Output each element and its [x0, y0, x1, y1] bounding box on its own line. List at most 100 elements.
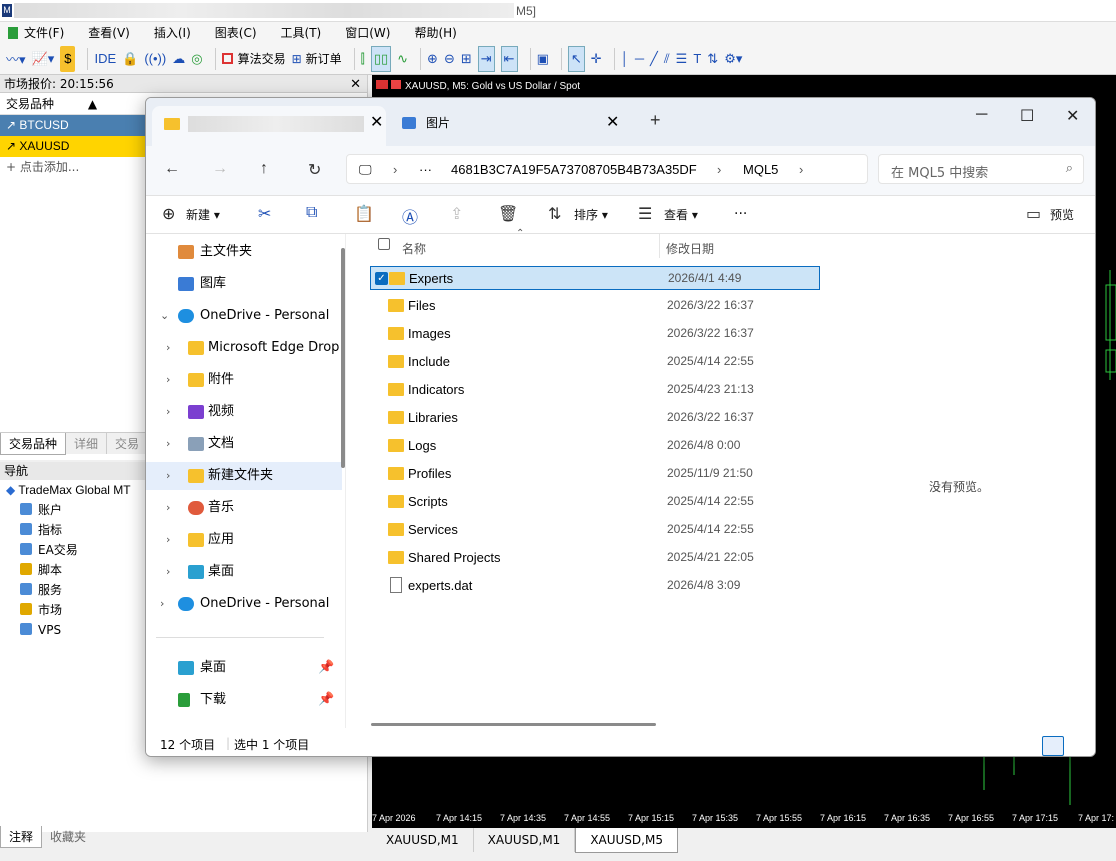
- details-view-icon[interactable]: [1042, 736, 1064, 756]
- arrows-icon[interactable]: ⇅: [707, 46, 718, 72]
- cut-icon[interactable]: ✂: [258, 204, 271, 224]
- globe-icon[interactable]: ◎: [191, 46, 202, 72]
- chevron-right-icon[interactable]: ›: [166, 334, 170, 362]
- horizontal-line-icon[interactable]: ─: [635, 46, 644, 72]
- explorer-tab-pictures[interactable]: 图片: [402, 114, 450, 131]
- new-order-button[interactable]: ⊞ 新订单: [292, 46, 342, 72]
- chart-shift-icon[interactable]: ⇤: [500, 45, 518, 72]
- chevron-down-icon[interactable]: ⌄: [160, 302, 169, 330]
- tab-favorites[interactable]: 收藏夹: [42, 826, 94, 847]
- nav-item-music[interactable]: › 音乐: [146, 494, 342, 522]
- horizontal-scrollbar[interactable]: [371, 723, 656, 726]
- path-segment[interactable]: MQL5: [743, 162, 778, 177]
- tiles-view-icon[interactable]: [1068, 736, 1090, 756]
- preview-button[interactable]: 预览: [1050, 206, 1074, 223]
- file-row[interactable]: Include 2025/4/14 22:55: [370, 350, 820, 374]
- path-overflow[interactable]: ···: [419, 162, 432, 177]
- dollar-icon[interactable]: $: [60, 45, 76, 72]
- file-row[interactable]: Shared Projects 2025/4/21 22:05: [370, 546, 820, 570]
- channel-icon[interactable]: ⫽: [664, 46, 670, 72]
- tab-comments[interactable]: 注释: [0, 826, 43, 848]
- menu-tools[interactable]: 工具(T): [281, 24, 322, 41]
- chevron-right-icon[interactable]: ›: [166, 430, 170, 458]
- chevron-right-icon[interactable]: ›: [166, 462, 170, 490]
- minimize-icon[interactable]: ─: [976, 106, 987, 124]
- text-icon[interactable]: T: [693, 46, 701, 72]
- file-row[interactable]: Files 2026/3/22 16:37: [370, 294, 820, 318]
- menu-file[interactable]: 文件(F): [24, 24, 64, 41]
- file-row[interactable]: Libraries 2026/3/22 16:37: [370, 406, 820, 430]
- nav-item-onedrive-2[interactable]: › OneDrive - Personal: [146, 590, 342, 618]
- vertical-line-icon[interactable]: │: [621, 46, 629, 72]
- file-row[interactable]: ✓ Experts 2026/4/1 4:49: [370, 266, 820, 290]
- zoom-in-icon[interactable]: ⊕: [427, 46, 438, 72]
- menu-insert[interactable]: 插入(I): [154, 24, 191, 41]
- address-bar[interactable]: 🖵 › ··· 4681B3C7A19F5A73708705B4B73A35DF…: [346, 154, 868, 184]
- screenshot-icon[interactable]: ▣: [537, 46, 549, 72]
- file-row[interactable]: Profiles 2025/11/9 21:50: [370, 462, 820, 486]
- column-name-header[interactable]: 名称: [402, 240, 426, 257]
- path-segment[interactable]: 4681B3C7A19F5A73708705B4B73A35DF: [451, 162, 697, 177]
- cursor-icon[interactable]: ↖: [567, 45, 585, 72]
- nav-item-home[interactable]: 主文件夹: [146, 238, 342, 266]
- ide-button[interactable]: IDE: [94, 46, 116, 72]
- chart-tab[interactable]: XAUUSD,M1: [474, 828, 576, 852]
- nav-item-gallery[interactable]: 图库: [146, 270, 342, 298]
- rename-icon[interactable]: Ⓐ: [402, 204, 418, 228]
- lock-icon[interactable]: 🔒: [122, 46, 138, 72]
- file-row[interactable]: experts.dat 2026/4/8 3:09: [370, 574, 820, 598]
- delete-icon[interactable]: 🗑: [498, 204, 518, 224]
- tile-windows-icon[interactable]: ⊞: [461, 46, 472, 72]
- file-row[interactable]: Logs 2026/4/8 0:00: [370, 434, 820, 458]
- file-row[interactable]: Indicators 2025/4/23 21:13: [370, 378, 820, 402]
- chevron-right-icon[interactable]: ›: [160, 590, 164, 618]
- up-icon[interactable]: ↑: [260, 160, 268, 178]
- autoscroll-icon[interactable]: ⇥: [477, 45, 495, 72]
- column-date-header[interactable]: 修改日期: [666, 240, 714, 257]
- nav-item-desktop[interactable]: › 桌面: [146, 558, 342, 586]
- app-menu-icon[interactable]: [8, 26, 18, 39]
- close-icon[interactable]: ✕: [350, 76, 361, 92]
- nav-item-quick-desktop[interactable]: 桌面 📌: [146, 654, 342, 682]
- zoom-out-icon[interactable]: ⊖: [444, 46, 455, 72]
- chevron-right-icon[interactable]: ›: [166, 526, 170, 554]
- search-input[interactable]: 在 MQL5 中搜索 ⌕: [878, 154, 1084, 184]
- bar-chart-icon[interactable]: ⫿: [361, 46, 365, 72]
- maximize-icon[interactable]: ☐: [1020, 106, 1034, 126]
- view-button[interactable]: 查看 ▾: [664, 206, 698, 223]
- checkbox-checked-icon[interactable]: ✓: [375, 272, 388, 285]
- back-icon[interactable]: ←: [164, 160, 180, 178]
- nav-item-downloads[interactable]: 下载 📌: [146, 686, 342, 714]
- line-chart-dropdown-icon[interactable]: 〰▾: [6, 46, 26, 72]
- nav-item-new-folder[interactable]: › 新建文件夹: [146, 462, 342, 490]
- more-options-button[interactable]: ···: [734, 206, 747, 222]
- menu-view[interactable]: 查看(V): [88, 24, 130, 41]
- new-tab-icon[interactable]: +: [650, 110, 661, 131]
- nav-item-onedrive[interactable]: ⌄ OneDrive - Personal: [146, 302, 342, 330]
- copy-icon[interactable]: ⧉: [306, 204, 317, 222]
- chevron-right-icon[interactable]: ›: [166, 366, 170, 394]
- algo-trading-button[interactable]: 算法交易: [221, 46, 286, 72]
- paste-icon[interactable]: 📋: [354, 204, 374, 224]
- trendline-icon[interactable]: ╱: [650, 46, 658, 72]
- sort-button[interactable]: 排序 ▾: [574, 206, 608, 223]
- chevron-right-icon[interactable]: ›: [166, 398, 170, 426]
- cloud-icon[interactable]: ☁: [172, 46, 185, 72]
- file-row[interactable]: Services 2025/4/14 22:55: [370, 518, 820, 542]
- nav-item-apps[interactable]: › 应用: [146, 526, 342, 554]
- candle-chart-icon[interactable]: ▯▯: [370, 45, 392, 72]
- menu-help[interactable]: 帮助(H): [414, 24, 456, 41]
- chart-tab-active[interactable]: XAUUSD,M5: [575, 828, 678, 853]
- pin-icon[interactable]: 📌: [318, 654, 334, 682]
- nav-item-videos[interactable]: › 视频: [146, 398, 342, 426]
- new-button[interactable]: 新建 ▾: [186, 206, 220, 223]
- indicator-dropdown-icon[interactable]: 📈▾: [32, 46, 55, 72]
- forward-icon[interactable]: →: [212, 160, 228, 178]
- tab-symbols[interactable]: 交易品种: [0, 433, 67, 455]
- pin-icon[interactable]: 📌: [318, 686, 334, 714]
- chevron-right-icon[interactable]: ›: [166, 494, 170, 522]
- nav-item-documents[interactable]: › 文档: [146, 430, 342, 458]
- chevron-right-icon[interactable]: ›: [166, 558, 170, 586]
- menu-window[interactable]: 窗口(W): [345, 24, 390, 41]
- shapes-dropdown-icon[interactable]: ⚙▾: [724, 46, 742, 72]
